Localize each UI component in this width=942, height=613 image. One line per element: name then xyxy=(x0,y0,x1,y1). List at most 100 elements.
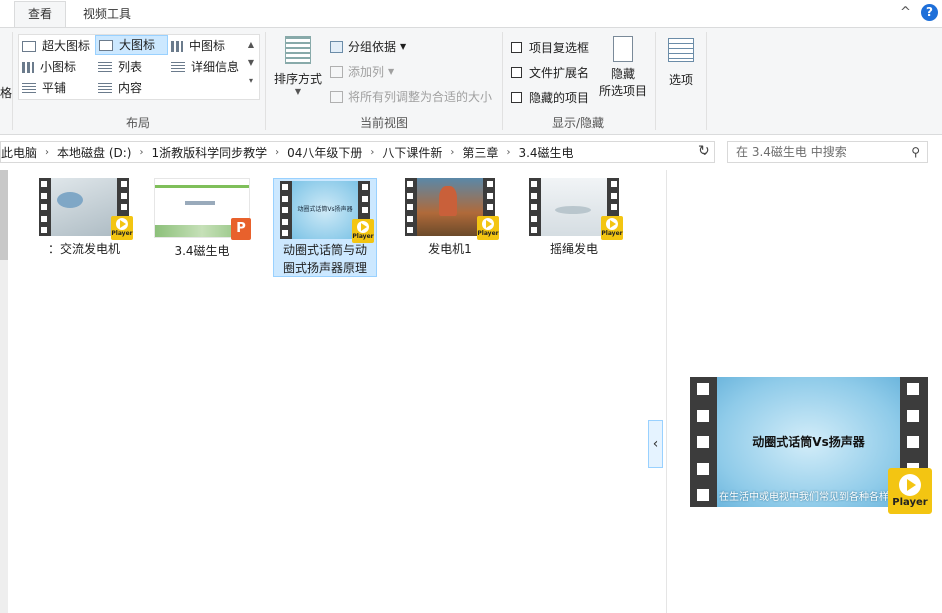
sort-by-button[interactable]: 排序方式 ▼ xyxy=(274,34,322,96)
chevron-right-icon[interactable]: › xyxy=(504,147,512,158)
hide-selected-label-1: 隐藏 xyxy=(610,67,635,81)
collapse-ribbon-chevron-icon[interactable]: ^ xyxy=(900,5,911,20)
file-name: ：交流发电机 xyxy=(47,242,120,256)
file-item[interactable]: P 3.4磁生电 xyxy=(150,178,254,260)
breadcrumb-folder[interactable]: 八下课件新 xyxy=(376,144,448,161)
chevron-right-icon[interactable]: › xyxy=(368,147,376,158)
chevron-right-icon[interactable]: › xyxy=(43,147,51,158)
chevron-right-icon[interactable]: › xyxy=(137,147,145,158)
refresh-icon[interactable]: ↻ xyxy=(698,143,710,159)
layout-large-icons[interactable]: 大图标 xyxy=(95,35,168,55)
layout-details[interactable]: 详细信息 xyxy=(171,57,247,77)
chevron-right-icon[interactable]: › xyxy=(273,147,281,158)
hide-selected-items-button[interactable]: 隐藏 所选项目 xyxy=(596,36,650,99)
file-name: 3.4磁生电 xyxy=(174,244,230,258)
powerpoint-icon: P xyxy=(231,218,251,240)
preview-title: 动圈式话筒Vs扬声器 xyxy=(752,435,865,449)
hide-selected-icon xyxy=(613,36,633,62)
options-icon xyxy=(668,38,694,62)
layout-small-icons[interactable]: 小图标 xyxy=(22,57,94,77)
file-extensions-label: 文件扩展名 xyxy=(529,66,590,80)
video-thumbnail: Player xyxy=(529,178,623,240)
file-name: 发电机1 xyxy=(428,242,472,256)
file-item[interactable]: Player ：交流发电机 xyxy=(32,178,136,258)
fit-columns-button[interactable]: 将所有列调整为合适的大小 xyxy=(330,88,492,105)
layout-label: 平铺 xyxy=(42,81,67,95)
file-item[interactable]: Player 摇绳发电 xyxy=(522,178,626,258)
item-checkboxes-label: 项目复选框 xyxy=(529,41,590,55)
help-icon[interactable]: ? xyxy=(921,4,938,21)
group-separator xyxy=(265,32,266,130)
breadcrumb-folder[interactable]: 1浙教版科学同步教学 xyxy=(145,144,273,161)
layout-extra-large-icons[interactable]: 超大图标 xyxy=(22,36,94,56)
player-badge-icon: Player xyxy=(477,216,499,240)
fit-columns-icon xyxy=(330,90,343,103)
group-separator xyxy=(502,32,503,130)
player-badge-text: Player xyxy=(477,230,499,237)
player-badge-text: Player xyxy=(352,233,374,240)
show-hide-group-label: 显示/隐藏 xyxy=(551,116,605,130)
collapse-preview-chevron-left-icon[interactable]: ‹ xyxy=(648,420,663,468)
breadcrumb-this-pc[interactable]: 此电脑 xyxy=(1,144,43,161)
breadcrumb-drive[interactable]: 本地磁盘 (D:) xyxy=(51,144,137,161)
scrollbar-thumb[interactable] xyxy=(0,170,8,260)
layout-label: 内容 xyxy=(118,81,143,95)
clipped-pane-label: 格 xyxy=(0,86,13,100)
navigation-pane-scrollbar[interactable] xyxy=(0,170,8,613)
player-badge-icon: Player xyxy=(352,219,374,243)
layout-gallery-scroll[interactable]: ▲ ▼ ▾ xyxy=(245,36,257,96)
player-badge-icon: Player xyxy=(601,216,623,240)
preview-pane-divider[interactable] xyxy=(666,170,667,613)
breadcrumb-current[interactable]: 3.4磁生电 xyxy=(512,144,579,161)
address-bar[interactable]: 此电脑 › 本地磁盘 (D:) › 1浙教版科学同步教学 › 04八年级下册 › 八下课… xyxy=(0,141,715,163)
hide-selected-label-2: 所选项目 xyxy=(598,84,647,98)
thumbnail-title: 动圈式话筒Vs扬声器 xyxy=(297,206,353,213)
dropdown-arrow-icon: ▼ xyxy=(388,67,395,76)
tab-video-tools[interactable]: 视频工具 xyxy=(68,1,146,29)
extra-large-icons-icon xyxy=(22,40,36,52)
video-thumbnail: 动圈式话筒Vs扬声器 Player xyxy=(280,181,374,243)
hidden-items-checkbox[interactable] xyxy=(511,92,522,103)
file-item[interactable]: Player 发电机1 xyxy=(398,178,502,258)
fit-columns-label: 将所有列调整为合适的大小 xyxy=(348,90,493,104)
breadcrumb-folder[interactable]: 第三章 xyxy=(456,144,504,161)
content-icon xyxy=(98,82,112,94)
player-badge-text: Player xyxy=(601,230,623,237)
film-holes-left xyxy=(694,383,712,501)
layout-content[interactable]: 内容 xyxy=(98,78,168,98)
hidden-items-label: 隐藏的项目 xyxy=(529,91,590,105)
layout-tiles[interactable]: 平铺 xyxy=(22,78,94,98)
layout-label: 小图标 xyxy=(40,60,77,74)
group-by-button[interactable]: 分组依据 ▼ xyxy=(330,38,406,55)
group-separator xyxy=(12,32,13,130)
layout-label: 超大图标 xyxy=(42,39,91,53)
item-checkboxes-checkbox[interactable] xyxy=(511,42,522,53)
search-input[interactable]: 在 3.4磁生电 中搜索 ⚲ xyxy=(727,141,928,163)
presentation-thumbnail: P xyxy=(154,178,251,240)
add-column-button[interactable]: 添加列 ▼ xyxy=(330,63,394,80)
item-checkboxes-toggle[interactable]: 项目复选框 xyxy=(511,39,589,56)
group-separator xyxy=(706,32,707,130)
file-extensions-checkbox[interactable] xyxy=(511,67,522,78)
dropdown-arrow-icon: ▼ xyxy=(294,87,302,96)
sort-label: 排序方式 xyxy=(274,72,323,86)
group-separator xyxy=(655,32,656,130)
breadcrumb-folder[interactable]: 04八年级下册 xyxy=(281,144,368,161)
file-extensions-toggle[interactable]: 文件扩展名 xyxy=(511,64,589,81)
ribbon-panel: 格 超大图标 大图标 中图标 小图标 列表 详细信息 平铺 内容 ▲ ▼ ▾ 布局 … xyxy=(0,27,942,135)
layout-label: 大图标 xyxy=(119,38,156,52)
chevron-right-icon[interactable]: › xyxy=(448,147,456,158)
layout-medium-icons[interactable]: 中图标 xyxy=(171,36,243,56)
hidden-items-toggle[interactable]: 隐藏的项目 xyxy=(511,89,589,106)
options-button[interactable]: 选项 xyxy=(662,38,700,88)
layout-list[interactable]: 列表 xyxy=(98,57,168,77)
options-label: 选项 xyxy=(668,73,693,87)
video-thumbnail: Player xyxy=(39,178,133,240)
preview-frame: 动圈式话筒Vs扬声器 在生活中或电视中我们常见到各种各样 xyxy=(717,377,900,507)
tab-view[interactable]: 查看 xyxy=(14,1,66,28)
current-view-group-label: 当前视图 xyxy=(359,116,408,130)
sort-icon xyxy=(285,36,311,64)
file-item-selected[interactable]: 动圈式话筒Vs扬声器 Player 动圈式话筒与动圈式扬声器原理 xyxy=(273,178,377,277)
small-icons-icon xyxy=(22,61,34,73)
add-column-icon xyxy=(330,65,343,78)
